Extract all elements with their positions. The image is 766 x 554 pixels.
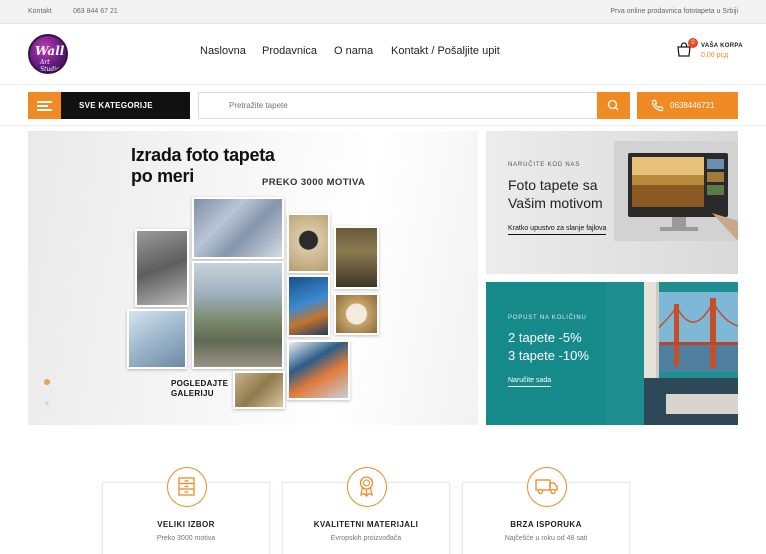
gallery-thumb-vintage-clock <box>334 293 379 335</box>
feature-subtitle: Najčešće u roku od 48 sati <box>504 535 588 542</box>
hero-gallery-link[interactable]: POGLEDAJTE GALERIJU <box>171 379 228 399</box>
feature-card-materials: KVALITETNI MATERIJALI Evropskih proizvođ… <box>282 467 450 554</box>
search-row: SVE KATEGORIJE 0638446721 <box>0 84 766 126</box>
promo2-headline: 2 tapete -5% 3 tapete -10% <box>508 330 589 363</box>
top-bar: Kontakt 063 844 67 21 Prva online prodav… <box>0 0 766 24</box>
promo-quantity-discount[interactable]: POPUST NA KOLIČINU 2 tapete -5% 3 tapete… <box>486 282 738 425</box>
hamburger-menu-button[interactable] <box>28 92 62 119</box>
hamburger-icon <box>37 101 52 103</box>
phone-number: 0638446721 <box>670 101 715 110</box>
topbar-phone[interactable]: 063 844 67 21 <box>73 8 118 15</box>
topbar-tagline: Prva online prodavnica fototapeta u Srbi… <box>610 8 738 15</box>
nav-item-o-nama[interactable]: O nama <box>334 45 373 57</box>
slider-dot[interactable] <box>45 401 49 405</box>
gallery-thumb-mona-lisa <box>334 226 379 289</box>
topbar-contact-link[interactable]: Kontakt <box>28 8 52 15</box>
logo-text-sub: Art Studio <box>40 59 60 73</box>
feature-title: KVALITETNI MATERIJALI <box>313 520 419 529</box>
promo2-eyebrow: POPUST NA KOLIČINU <box>508 315 587 321</box>
promo-custom-motif[interactable]: NARUČITE KOD NAS Foto tapete sa Vašim mo… <box>486 131 738 274</box>
phone-icon <box>651 99 664 112</box>
gallery-thumb-big-ben <box>192 261 284 369</box>
golden-gate-image <box>606 282 738 425</box>
slider-dot-active[interactable] <box>44 379 50 385</box>
hero-subtitle: PREKO 3000 MOTIVA <box>262 177 366 188</box>
feature-subtitle: Evropskih proizvođača <box>330 535 402 542</box>
nav-item-naslovna[interactable]: Naslovna <box>200 45 246 57</box>
search-input[interactable] <box>198 92 598 119</box>
promo1-link[interactable]: Kratko upustvo za slanje fajlova <box>508 225 607 235</box>
site-logo[interactable]: Wall Art Studio <box>28 34 68 74</box>
site-header: Wall Art Studio Naslovna Prodavnica O na… <box>0 24 766 84</box>
logo-text-main: Wall <box>35 44 65 58</box>
gallery-thumb-3d-wall <box>192 197 284 259</box>
promo1-eyebrow: NARUČITE KOD NAS <box>508 162 581 168</box>
award-icon <box>359 476 374 498</box>
monitor-image <box>614 141 738 241</box>
feature-title: BRZA ISPORUKA <box>510 520 582 529</box>
gallery-thumb-aquaman <box>287 275 330 337</box>
cart-count-badge: 0 <box>688 38 698 48</box>
feature-subtitle: Preko 3000 motiva <box>156 535 216 542</box>
nav-item-prodavnica[interactable]: Prodavnica <box>262 45 317 57</box>
cart-title[interactable]: VAŠA KORPA <box>701 43 743 49</box>
hero-title: Izrada foto tapeta po meri <box>131 145 275 186</box>
gallery-thumb-bw-room <box>135 229 189 307</box>
promo2-link[interactable]: Naručite sada <box>508 377 552 387</box>
promo1-headline: Foto tapete sa Vašim motivom <box>508 177 603 211</box>
feature-card-selection: VELIKI IZBOR Preko 3000 motiva <box>102 467 270 554</box>
search-button[interactable] <box>597 92 630 119</box>
search-icon <box>607 99 619 111</box>
gallery-thumb-aircraft <box>287 340 350 400</box>
nav-item-kontakt[interactable]: Kontakt / Pošaljite upit <box>391 45 500 57</box>
feature-card-delivery: BRZA ISPORUKA Najčešće u roku od 48 sati <box>462 467 630 554</box>
gallery-thumb-world-map <box>233 371 285 409</box>
phone-call-button[interactable]: 0638446721 <box>637 92 738 119</box>
drawer-icon <box>178 477 195 496</box>
hero-slider[interactable]: Izrada foto tapeta po meri PREKO 3000 MO… <box>28 131 478 425</box>
truck-icon <box>535 479 558 495</box>
gallery-thumb-clock-flowers <box>287 213 330 273</box>
gallery-thumb-bathroom <box>127 309 187 369</box>
cart-total: 0,00 рсд <box>701 52 729 59</box>
all-categories-button[interactable]: SVE KATEGORIJE <box>61 92 190 119</box>
feature-title: VELIKI IZBOR <box>157 520 215 529</box>
